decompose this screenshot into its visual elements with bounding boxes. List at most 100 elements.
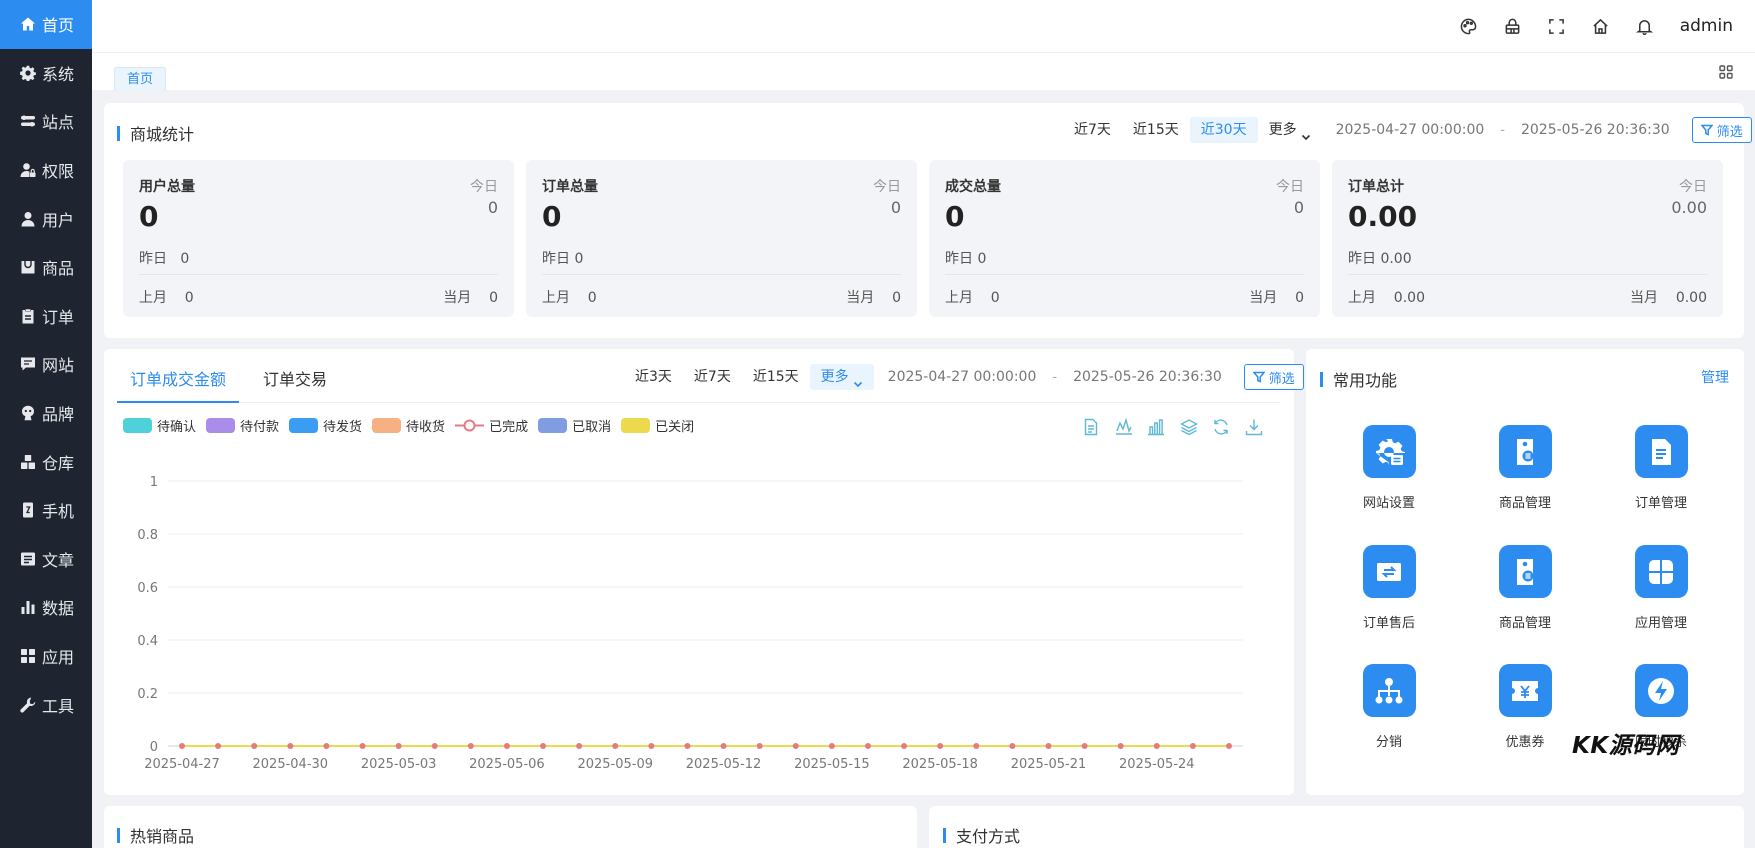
product-tag-icon <box>1498 425 1552 478</box>
stat-title: 用户总量 <box>139 179 195 195</box>
sidebar-item-mobile[interactable]: 手机 <box>0 486 92 535</box>
legend-item[interactable]: 待发货 <box>289 416 362 435</box>
cubes-icon <box>19 453 37 471</box>
sidebar-item-website[interactable]: 网站 <box>0 340 92 389</box>
fullscreen-icon[interactable] <box>1548 17 1566 35</box>
restore-icon[interactable] <box>1212 418 1230 436</box>
sidebar: 首页 系统 站点 权限 用户 商品 订单 网站 品牌 仓库 手机 文章 数据 应… <box>0 0 92 848</box>
bell-icon[interactable] <box>1636 17 1654 35</box>
legend-item[interactable]: 待确认 <box>123 416 196 435</box>
sidebar-item-label: 订单 <box>42 307 75 327</box>
sidebar-item-warehouse[interactable]: 仓库 <box>0 437 92 486</box>
x-tick-label: 2025-05-21 <box>1011 757 1087 772</box>
tab-order-amount[interactable]: 订单成交金额 <box>130 366 226 390</box>
x-tick-label: 2025-05-03 <box>361 757 437 772</box>
legend-item[interactable]: 已关闭 <box>621 416 694 435</box>
sidebar-item-system[interactable]: 系统 <box>0 49 92 98</box>
quick-item-site-settings[interactable]: 网站设置 <box>1334 425 1444 511</box>
quick-item-products-2[interactable]: 商品管理 <box>1470 545 1580 631</box>
quick-item-apps[interactable]: 应用管理 <box>1606 545 1716 631</box>
legend-item[interactable]: 已完成 <box>455 416 528 435</box>
stat-card-deals: 成交总量 今日 0 0 昨日 0 上月 0 当月 0 <box>929 160 1320 317</box>
data-point <box>251 743 258 749</box>
sidebar-item-permission[interactable]: 权限 <box>0 146 92 195</box>
data-point <box>612 743 619 749</box>
legend-item[interactable]: 待付款 <box>206 416 279 435</box>
line-switch-icon[interactable] <box>1115 418 1133 436</box>
manage-link[interactable]: 管理 <box>1701 367 1729 387</box>
range-more-label: 更多 <box>1268 122 1297 138</box>
stack-icon[interactable] <box>1179 418 1198 436</box>
sidebar-item-site[interactable]: 站点 <box>0 97 92 146</box>
clover-icon <box>1634 545 1688 598</box>
chart-toolbox <box>1082 418 1278 436</box>
data-point <box>1117 743 1124 749</box>
quick-item-after-sales[interactable]: 订单售后 <box>1334 545 1444 631</box>
download-icon[interactable] <box>1245 418 1263 436</box>
data-point <box>973 743 980 749</box>
data-view-icon[interactable] <box>1082 418 1100 436</box>
quick-item-label: 商品管理 <box>1498 616 1551 631</box>
end-date-input[interactable]: 2025-05-26 20:36:30 <box>1059 364 1236 390</box>
range-15-days[interactable]: 近15天 <box>741 364 810 390</box>
sidebar-item-brand[interactable]: 品牌 <box>0 389 92 438</box>
sidebar-item-label: 系统 <box>42 64 75 84</box>
filter-label: 筛选 <box>1716 124 1743 140</box>
sidebar-item-data[interactable]: 数据 <box>0 583 92 632</box>
sidebar-item-home[interactable]: 首页 <box>0 0 92 49</box>
payment-methods-title-text: 支付方式 <box>956 827 1021 846</box>
grid-icon[interactable] <box>1719 65 1733 79</box>
range-7-days[interactable]: 近7天 <box>1063 117 1122 143</box>
range-more-dropdown[interactable]: 更多 <box>1257 117 1322 143</box>
range-more-dropdown[interactable]: 更多 <box>809 364 874 390</box>
chart-legend: 待确认 待付款 待发货 待收货 已完成 已取消 已关闭 <box>123 416 704 435</box>
switch-icon <box>19 112 37 130</box>
sidebar-item-users[interactable]: 用户 <box>0 194 92 243</box>
data-point <box>215 743 222 749</box>
range-3-days[interactable]: 近3天 <box>624 364 683 390</box>
data-point <box>1045 743 1052 749</box>
filter-icon <box>1700 124 1713 136</box>
stats-title: 商城统计 <box>117 121 194 145</box>
start-date-input[interactable]: 2025-04-27 00:00:00 <box>873 364 1051 390</box>
quick-item-coupons[interactable]: 优惠券 <box>1470 664 1580 750</box>
exchange-icon <box>1362 545 1416 598</box>
quick-item-orders[interactable]: 订单管理 <box>1606 425 1716 511</box>
sidebar-item-tools[interactable]: 工具 <box>0 680 92 729</box>
data-point <box>1009 743 1016 749</box>
bar-switch-icon[interactable] <box>1147 418 1165 436</box>
tab-home[interactable]: 首页 <box>114 67 167 91</box>
sidebar-item-products[interactable]: 商品 <box>0 243 92 292</box>
legend-item[interactable]: 待收货 <box>372 416 445 435</box>
quick-item-distribution[interactable]: 分销 <box>1334 664 1444 750</box>
range-15-days[interactable]: 近15天 <box>1121 117 1190 143</box>
range-30-days[interactable]: 近30天 <box>1189 117 1258 143</box>
sidebar-item-articles[interactable]: 文章 <box>0 535 92 584</box>
user-name[interactable]: admin <box>1680 16 1733 36</box>
sidebar-item-label: 用户 <box>42 210 75 230</box>
x-tick-label: 2025-05-09 <box>577 757 653 772</box>
sidebar-item-apps[interactable]: 应用 <box>0 632 92 681</box>
end-date-input[interactable]: 2025-05-26 20:36:30 <box>1506 117 1684 143</box>
palette-icon[interactable] <box>1460 17 1478 35</box>
quick-item-products[interactable]: 商品管理 <box>1470 425 1580 511</box>
range-7-days[interactable]: 近7天 <box>682 364 742 390</box>
filter-button[interactable]: 筛选 <box>1691 117 1752 143</box>
sidebar-item-orders[interactable]: 订单 <box>0 292 92 341</box>
orders-line-chart: 0 0.2 0.4 0.6 0.8 1 2025-04-27 2025-04-30 2025-0… <box>137 475 1243 772</box>
data-point <box>720 743 727 749</box>
legend-swatch <box>372 418 402 433</box>
watermark: KK源码网 <box>1572 733 1680 759</box>
sidebar-item-label: 应用 <box>42 648 75 668</box>
filter-button[interactable]: 筛选 <box>1243 364 1304 390</box>
lock-icon[interactable] <box>1504 17 1522 35</box>
stat-yesterday: 昨日 0 <box>945 251 987 267</box>
flash-icon <box>1634 664 1688 717</box>
data-point <box>648 743 655 749</box>
start-date-input[interactable]: 2025-04-27 00:00:00 <box>1321 117 1499 143</box>
legend-item[interactable]: 已取消 <box>538 416 611 435</box>
stat-this-month: 当月 0 <box>846 290 901 306</box>
tab-order-trade[interactable]: 订单交易 <box>263 366 327 390</box>
house-icon[interactable] <box>1592 17 1610 35</box>
y-tick-label: 0.2 <box>137 687 158 702</box>
